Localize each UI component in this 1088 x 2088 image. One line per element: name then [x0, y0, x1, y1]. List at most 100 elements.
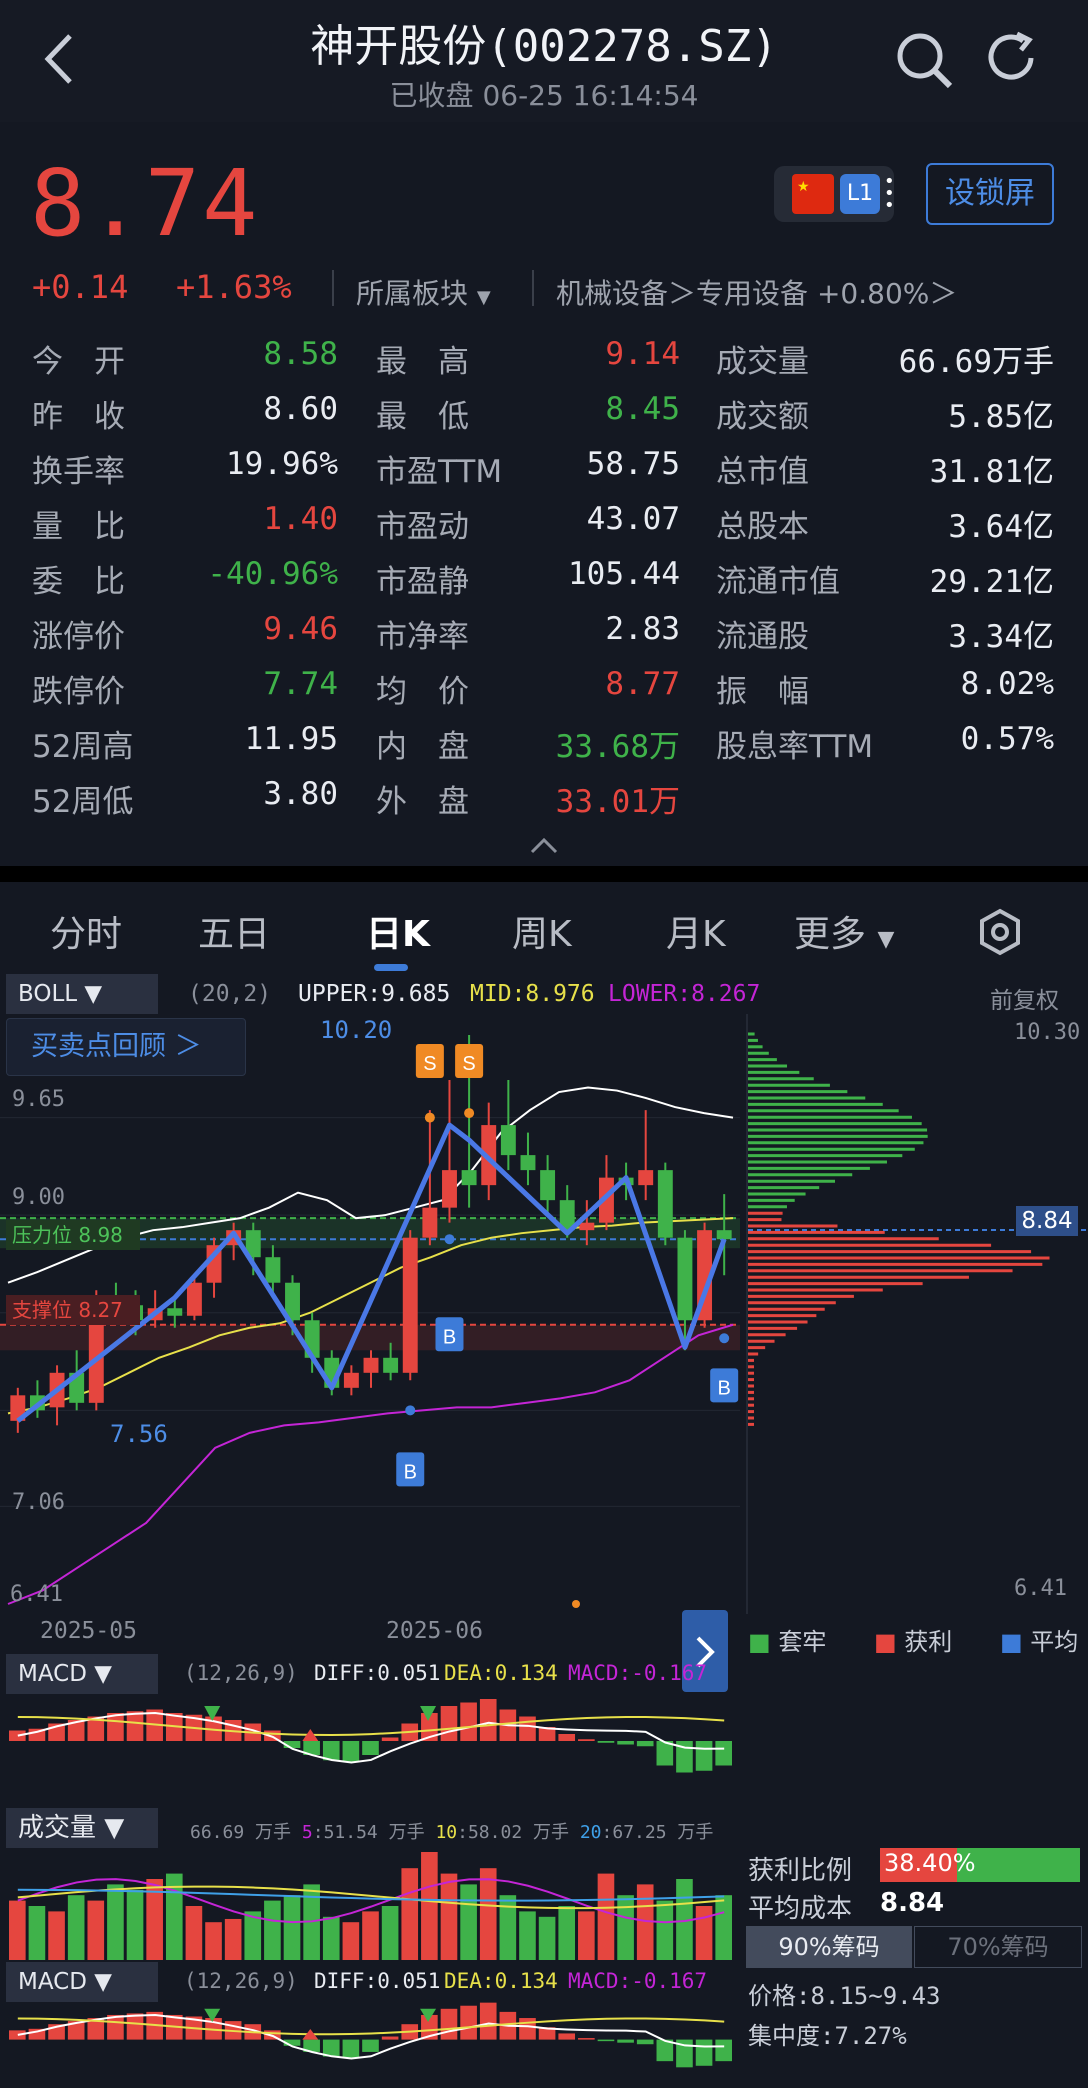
chip-90-tab[interactable]: 90%筹码	[746, 1926, 912, 1968]
collapse-arrow-icon[interactable]	[528, 836, 560, 856]
volume-bar	[28, 1906, 46, 1960]
macd-bar	[126, 1711, 144, 1741]
boll-selector[interactable]: BOLL ▼	[6, 974, 158, 1014]
stat-value: 0.57%	[960, 721, 1054, 757]
divider	[532, 270, 534, 306]
stat-value: 11.95	[244, 721, 338, 757]
candle-body	[442, 1170, 457, 1208]
refresh-icon[interactable]	[985, 30, 1041, 86]
volume-bar	[715, 1895, 732, 1960]
stat-label: 最 低	[376, 399, 469, 435]
stat-label: 市盈TTM	[376, 454, 503, 490]
stat-value: 43.07	[586, 501, 680, 537]
chip-70-tab[interactable]: 70%筹码	[914, 1926, 1082, 1968]
tab-weekly-k[interactable]: 周K	[512, 905, 572, 957]
volume-bar	[695, 1906, 713, 1960]
tab-fenshi[interactable]: 分时	[50, 905, 122, 957]
industry-link[interactable]: 机械设备＞专用设备 +0.80%＞	[556, 272, 957, 312]
volume-bar	[342, 1922, 360, 1960]
sub-industry-name: 专用设备	[696, 277, 809, 310]
stat-value: 2.83	[605, 611, 680, 647]
search-icon[interactable]	[894, 30, 954, 90]
stat-value: 9.14	[605, 336, 680, 372]
stat-label: 流通股	[716, 619, 809, 655]
volume-bar	[107, 1884, 124, 1960]
stat-label: 52周高	[32, 729, 134, 765]
macd-value: MACD:-0.167	[568, 1661, 708, 1685]
profit-ratio-label: 获利比例	[748, 1856, 853, 1886]
buy-dot	[444, 1234, 455, 1245]
legend-average: 平均	[1030, 1628, 1079, 1656]
lock-screen-button[interactable]: 设锁屏	[926, 163, 1054, 225]
header-bar: 神开股份(002278.SZ) 已收盘 06-25 16:14:54	[0, 0, 1088, 122]
candle-body	[402, 1237, 418, 1373]
stat-value: 33.01万	[555, 784, 680, 820]
stat-label: 换手率	[32, 454, 125, 490]
volume-bar	[205, 1922, 222, 1960]
date-label: 2025-05	[40, 1618, 137, 1644]
adjust-mode[interactable]: 前复权	[990, 981, 1059, 1015]
candle-body	[677, 1237, 693, 1321]
macd-bar	[597, 2039, 615, 2042]
volume-legend: 66.69 万手 5:51.54 万手 10:58.02 万手 20:67.25…	[190, 1822, 714, 1843]
macd-bar	[715, 2039, 732, 2062]
sector-dropdown[interactable]: 所属板块 ▼	[356, 272, 491, 312]
vol-unit: 万手	[388, 1822, 425, 1843]
tab-more-label: 更多	[794, 914, 867, 955]
trade-review-button[interactable]: 买卖点回顾 ＞	[6, 1018, 246, 1076]
stat-value: 31.81亿	[929, 454, 1054, 490]
stat-value: 3.80	[263, 776, 338, 812]
boll-lower-value: LOWER:8.267	[608, 981, 761, 1007]
event-dot	[572, 1600, 580, 1608]
macd-bar	[381, 2036, 399, 2040]
candle-body	[500, 1125, 516, 1156]
sell-dot	[464, 1108, 475, 1119]
macd-bar	[479, 2002, 497, 2040]
caret-down-icon: ▼	[476, 287, 491, 308]
volume-bar	[224, 1918, 242, 1960]
market-badge[interactable]: ★ L1 • • •	[774, 166, 895, 222]
tab-daily-k[interactable]: 日K	[366, 905, 430, 957]
stat-value: 19.96%	[226, 446, 338, 482]
macd-bar	[617, 1741, 634, 1745]
volume-bar	[67, 1895, 85, 1960]
price-change-pct: +1.63%	[176, 268, 292, 306]
stat-value: 8.58	[263, 336, 338, 372]
volume-name: 成交量	[18, 1813, 97, 1843]
stat-label: 市盈动	[376, 509, 469, 545]
sub-industry-pct: +0.80%	[816, 277, 930, 310]
stat-label: 最 高	[376, 344, 469, 380]
ma10-value: 58.02	[467, 1822, 523, 1843]
stat-value: 58.75	[586, 446, 680, 482]
sell-dot	[424, 1112, 435, 1123]
active-tab-indicator	[374, 964, 408, 971]
volume-bar	[460, 1884, 477, 1960]
date-label: 2025-06	[386, 1618, 483, 1644]
vol-unit: 万手	[255, 1822, 292, 1843]
stat-label: 振 幅	[716, 674, 809, 710]
candle-body	[579, 1222, 595, 1231]
volume-selector[interactable]: 成交量 ▼	[6, 1808, 158, 1848]
stat-label: 均 价	[376, 674, 469, 710]
industry-name: 机械设备	[556, 277, 669, 310]
stat-value: 29.21亿	[929, 564, 1054, 600]
candle-body	[265, 1257, 281, 1283]
vol-value: 66.69	[190, 1822, 245, 1843]
macd-selector[interactable]: MACD ▼	[6, 1962, 158, 2002]
stat-label: 内 盘	[376, 729, 469, 765]
more-icon[interactable]: • • •	[884, 173, 895, 215]
macd-selector[interactable]: MACD ▼	[6, 1654, 158, 1694]
candle-body	[167, 1308, 183, 1316]
settings-hex-icon[interactable]	[976, 908, 1024, 956]
macd-bar	[636, 2039, 654, 2045]
sector-label: 所属板块	[356, 277, 469, 310]
tab-monthly-k[interactable]: 月K	[666, 905, 726, 957]
chip-distribution-chart	[748, 1032, 1088, 1426]
macd-bar	[617, 2039, 634, 2043]
tab-five-day[interactable]: 五日	[198, 905, 270, 957]
stat-label: 52周低	[32, 784, 134, 820]
candle-body	[657, 1170, 673, 1238]
stat-label: 量 比	[32, 509, 125, 545]
candle-body	[638, 1170, 654, 1186]
tab-more[interactable]: 更多 ▼	[794, 905, 894, 957]
